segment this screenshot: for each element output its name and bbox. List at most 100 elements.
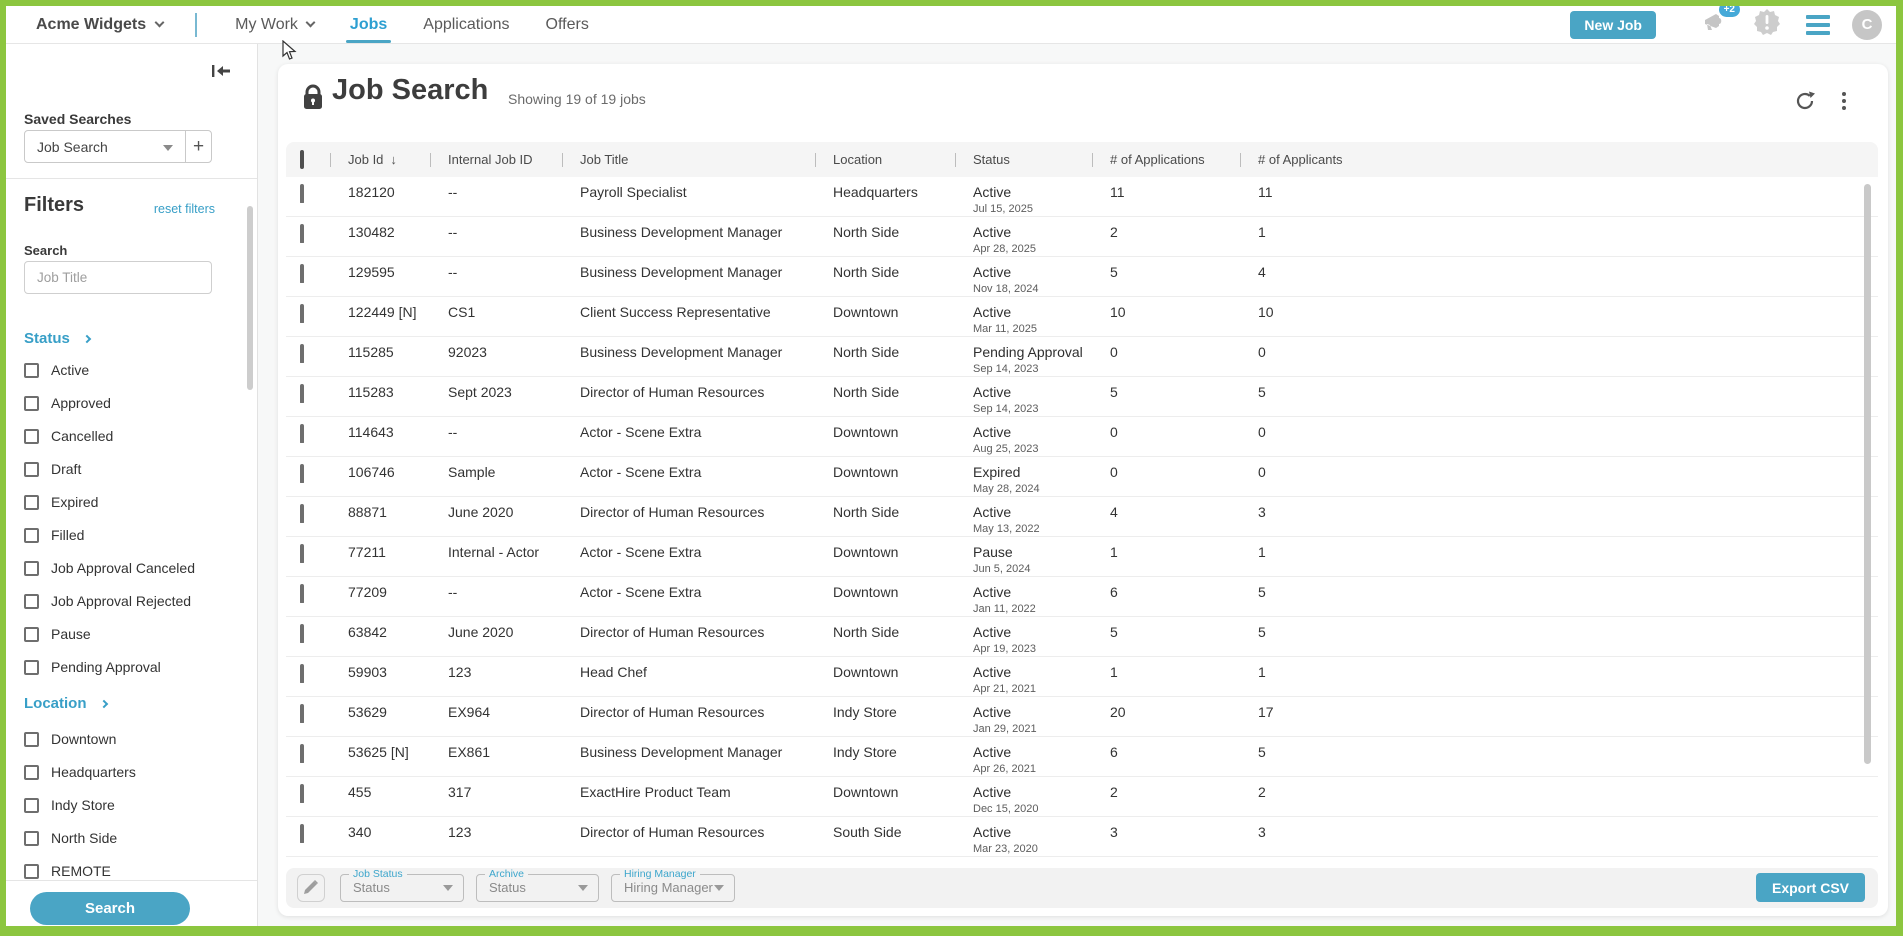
row-checkbox[interactable]: [286, 257, 330, 283]
table-row[interactable]: 63842 June 2020 Director of Human Resour…: [286, 617, 1878, 657]
table-scrollbar[interactable]: [1864, 184, 1871, 764]
cell-applicants-count: 3: [1240, 817, 1878, 841]
table-row[interactable]: 77211 Internal - Actor Actor - Scene Ext…: [286, 537, 1878, 577]
filter-checkbox-option[interactable]: Indy Store: [24, 797, 136, 813]
reset-filters-link[interactable]: reset filters: [154, 202, 215, 216]
row-checkbox[interactable]: [286, 417, 330, 443]
alerts-button[interactable]: [1754, 9, 1780, 40]
cell-applications-count: 0: [1092, 337, 1240, 361]
row-checkbox[interactable]: [286, 497, 330, 523]
more-options-icon[interactable]: [1840, 90, 1848, 112]
column-header-applications[interactable]: # of Applications: [1092, 152, 1240, 167]
row-checkbox[interactable]: [286, 817, 330, 843]
filter-checkbox-option[interactable]: Cancelled: [24, 428, 195, 444]
job-status-select[interactable]: Job Status Status: [340, 868, 464, 902]
filter-checkbox-option[interactable]: Headquarters: [24, 764, 136, 780]
row-checkbox[interactable]: [286, 617, 330, 643]
filter-checkbox-option[interactable]: Expired: [24, 494, 195, 510]
table-row[interactable]: 115285 92023 Business Development Manage…: [286, 337, 1878, 377]
filter-checkbox-option[interactable]: Downtown: [24, 731, 136, 747]
status-section-toggle[interactable]: Status: [24, 330, 90, 347]
filter-checkbox-option[interactable]: North Side: [24, 830, 136, 846]
table-row[interactable]: 455 317 ExactHire Product Team Downtown …: [286, 777, 1878, 817]
hiring-manager-select[interactable]: Hiring Manager Hiring Manager: [611, 868, 735, 902]
table-row[interactable]: 340 123 Director of Human Resources Sout…: [286, 817, 1878, 857]
saved-searches-label: Saved Searches: [24, 111, 131, 127]
saved-search-select[interactable]: Job Search: [25, 131, 185, 162]
column-header-location[interactable]: Location: [815, 152, 955, 167]
table-row[interactable]: 129595 -- Business Development Manager N…: [286, 257, 1878, 297]
tab-offers[interactable]: Offers: [546, 6, 589, 43]
cell-applications-count: 2: [1092, 777, 1240, 801]
row-checkbox[interactable]: [286, 377, 330, 403]
table-row[interactable]: 53625 [N] EX861 Business Development Man…: [286, 737, 1878, 777]
filter-checkbox-option[interactable]: Job Approval Canceled: [24, 560, 195, 576]
refresh-icon[interactable]: [1794, 90, 1816, 117]
job-title-search-input[interactable]: [24, 261, 212, 294]
tab-jobs[interactable]: Jobs: [350, 6, 387, 43]
add-saved-search-button[interactable]: +: [185, 131, 211, 162]
column-header-status[interactable]: Status: [955, 152, 1092, 167]
divider: [6, 178, 257, 179]
status-date: Jan 11, 2022: [973, 603, 1086, 615]
row-checkbox[interactable]: [286, 777, 330, 803]
row-checkbox[interactable]: [286, 177, 330, 203]
cell-job-id: 63842: [330, 617, 430, 641]
filter-option-label: Downtown: [51, 731, 116, 747]
filter-checkbox-option[interactable]: REMOTE: [24, 863, 136, 879]
cell-applications-count: 5: [1092, 617, 1240, 641]
row-checkbox[interactable]: [286, 737, 330, 763]
cell-applicants-count: 5: [1240, 377, 1878, 401]
row-checkbox[interactable]: [286, 457, 330, 483]
row-checkbox[interactable]: [286, 297, 330, 323]
table-row[interactable]: 77209 -- Actor - Scene Extra Downtown Ac…: [286, 577, 1878, 617]
table-row[interactable]: 88871 June 2020 Director of Human Resour…: [286, 497, 1878, 537]
sidebar-scrollbar[interactable]: [247, 206, 253, 390]
chevron-right-icon: [99, 699, 107, 707]
row-checkbox[interactable]: [286, 537, 330, 563]
table-row[interactable]: 59903 123 Head Chef Downtown Active Apr …: [286, 657, 1878, 697]
cell-location: North Side: [815, 617, 955, 641]
column-header-job-title[interactable]: Job Title: [562, 152, 815, 167]
table-row[interactable]: 114643 -- Actor - Scene Extra Downtown A…: [286, 417, 1878, 457]
status-date: Jul 15, 2025: [973, 203, 1086, 215]
chevron-down-icon: [155, 18, 165, 28]
export-csv-button[interactable]: Export CSV: [1756, 873, 1865, 902]
company-switcher[interactable]: Acme Widgets: [36, 16, 163, 34]
menu-button[interactable]: [1806, 15, 1830, 35]
filter-checkbox-option[interactable]: Pause: [24, 626, 195, 642]
table-row[interactable]: 182120 -- Payroll Specialist Headquarter…: [286, 177, 1878, 217]
archive-select[interactable]: Archive Status: [476, 868, 599, 902]
new-job-button[interactable]: New Job: [1570, 11, 1656, 39]
filter-checkbox-option[interactable]: Active: [24, 362, 195, 378]
table-row[interactable]: 53629 EX964 Director of Human Resources …: [286, 697, 1878, 737]
column-header-applicants[interactable]: # of Applicants: [1240, 152, 1878, 167]
column-header-internal-job-id[interactable]: Internal Job ID: [430, 152, 562, 167]
table-row[interactable]: 122449 [N] CS1 Client Success Representa…: [286, 297, 1878, 337]
filter-checkbox-option[interactable]: Approved: [24, 395, 195, 411]
announcements-button[interactable]: +2: [1702, 10, 1728, 39]
filter-checkbox-option[interactable]: Filled: [24, 527, 195, 543]
table-rows: 182120 -- Payroll Specialist Headquarter…: [286, 177, 1878, 868]
collapse-sidebar-icon[interactable]: [211, 64, 231, 83]
filter-checkbox-option[interactable]: Job Approval Rejected: [24, 593, 195, 609]
table-row[interactable]: 115283 Sept 2023 Director of Human Resou…: [286, 377, 1878, 417]
search-button[interactable]: Search: [30, 892, 190, 925]
avatar[interactable]: C: [1852, 10, 1882, 40]
edit-button[interactable]: [297, 874, 325, 902]
table-row[interactable]: 130482 -- Business Development Manager N…: [286, 217, 1878, 257]
filter-checkbox-option[interactable]: Pending Approval: [24, 659, 195, 675]
column-header-job-id[interactable]: Job Id ↓: [330, 152, 430, 167]
select-all-checkbox[interactable]: [286, 152, 330, 167]
row-checkbox[interactable]: [286, 577, 330, 603]
location-section-toggle[interactable]: Location: [24, 695, 107, 712]
row-checkbox[interactable]: [286, 697, 330, 723]
cell-job-title: Actor - Scene Extra: [562, 577, 815, 601]
table-row[interactable]: 106746 Sample Actor - Scene Extra Downto…: [286, 457, 1878, 497]
row-checkbox[interactable]: [286, 657, 330, 683]
tab-applications[interactable]: Applications: [423, 6, 509, 43]
filter-checkbox-option[interactable]: Draft: [24, 461, 195, 477]
row-checkbox[interactable]: [286, 337, 330, 363]
row-checkbox[interactable]: [286, 217, 330, 243]
my-work-menu[interactable]: My Work: [235, 6, 314, 43]
